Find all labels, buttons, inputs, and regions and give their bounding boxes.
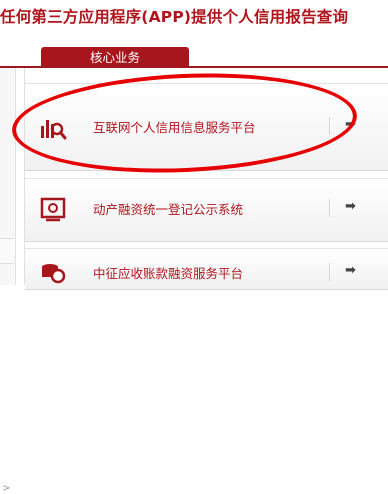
service-item-label: 动产融资统一登记公示系统 — [93, 202, 244, 217]
arrow-right-icon: ➡ — [345, 263, 356, 278]
contract-seal-icon — [39, 196, 67, 222]
service-item-receivables-platform[interactable]: 中征应收账款融资服务平台 ➡ — [25, 248, 388, 290]
coin-stack-icon — [39, 261, 67, 287]
service-item-label: 中征应收账款融资服务平台 — [93, 266, 244, 281]
tab-core-business[interactable]: 核心业务 — [41, 47, 189, 68]
service-item-movable-property-registry[interactable]: 动产融资统一登记公示系统 ➡ — [25, 178, 388, 242]
chevron-right-icon: > — [2, 483, 11, 494]
item-separator — [329, 263, 330, 281]
left-scroll-button[interactable]: > — [0, 238, 14, 494]
arrow-right-icon: ➡ — [345, 199, 356, 214]
item-separator — [329, 199, 330, 217]
notice-banner-text: 任何第三方应用程序(APP)提供个人信用报告查询 — [0, 8, 349, 26]
